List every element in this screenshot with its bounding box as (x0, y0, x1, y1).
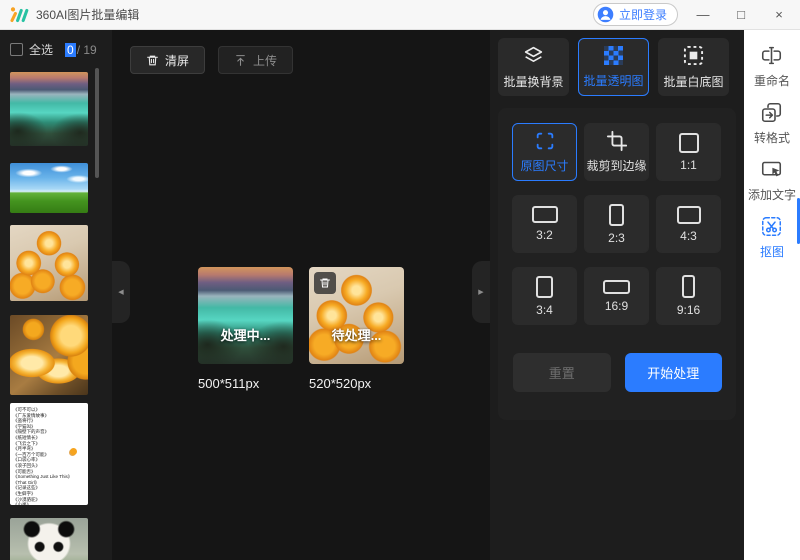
size-options-panel: 原图尺寸 裁剪到边缘 1:1 3:2 2:3 4:3 3:4 16:9 9:16… (498, 108, 736, 420)
wide-ratio-icon (603, 279, 630, 294)
mode-tabs: 批量换背景 批量透明图 批量白底图 (498, 38, 729, 96)
clear-screen-button[interactable]: 清屏 (130, 46, 206, 74)
app-window: 360AI图片批量编辑 立即登录 — □ × 全选 0 / 19 《可不可以》 … (0, 0, 800, 560)
ratio-9-16[interactable]: 9:16 (656, 267, 721, 325)
tab-transparent-image[interactable]: 批量透明图 (578, 38, 649, 96)
tab-label: 批量透明图 (583, 73, 644, 88)
ratio-3-2[interactable]: 3:2 (512, 195, 577, 253)
ratio-2-3[interactable]: 2:3 (584, 195, 649, 253)
trash-icon (146, 54, 159, 67)
ratio-16-9[interactable]: 16:9 (584, 267, 649, 325)
image-dimensions: 500*511px (198, 376, 260, 391)
tool-cutout[interactable]: 抠图 (760, 216, 784, 260)
tool-convert-format[interactable]: 转格式 (754, 102, 790, 146)
maximize-button[interactable]: □ (728, 4, 754, 26)
image-card: 处理中... 500*511px (198, 267, 293, 391)
crop-icon (606, 130, 628, 152)
add-text-icon (761, 159, 782, 180)
tool-rename[interactable]: 重命名 (754, 45, 790, 89)
tab-label: 批量换背景 (503, 74, 564, 89)
convert-format-icon (761, 102, 782, 123)
ratio-grid: 原图尺寸 裁剪到边缘 1:1 3:2 2:3 4:3 3:4 16:9 9:16 (512, 123, 722, 325)
processing-cards: 处理中... 500*511px 待处理... 520*520px (112, 267, 490, 391)
tool-label: 添加文字 (747, 188, 796, 202)
square-ratio-icon (678, 132, 699, 153)
upload-button[interactable]: 上传 (218, 46, 294, 74)
ratio-3-4[interactable]: 3:4 (512, 267, 577, 325)
clear-screen-label: 清屏 (165, 53, 190, 68)
ratio-label: 1:1 (680, 157, 697, 172)
user-avatar-icon (597, 6, 614, 23)
thumbnail-waterfall[interactable] (10, 72, 88, 146)
ratio-label: 9:16 (676, 303, 701, 317)
reset-button[interactable]: 重置 (513, 353, 611, 392)
tab-white-background[interactable]: 批量白底图 (658, 38, 729, 96)
tool-label: 重命名 (753, 74, 790, 88)
tab-change-background[interactable]: 批量换背景 (498, 38, 569, 96)
image-card-preview[interactable]: 处理中... (198, 267, 293, 364)
ratio-label: 原图尺寸 (520, 159, 569, 173)
image-list-panel: 全选 0/ 19 《可不可以》 《广东爱情故事》 《盗将行》 《学猫叫》 《隔壁下的声音… (0, 30, 112, 560)
select-all-label: 全选 (29, 43, 54, 57)
ratio-crop-to-edge[interactable]: 裁剪到边缘 (584, 123, 649, 181)
image-dimensions: 520*520px (309, 376, 372, 391)
ratio-label: 3:4 (536, 302, 553, 317)
tool-label: 抠图 (759, 245, 784, 259)
image-card-preview[interactable]: 待处理... (309, 267, 404, 364)
image-card: 待处理... 520*520px (309, 267, 404, 391)
tools-sidebar: 重命名 转格式 添加文字 抠图 (744, 30, 800, 560)
login-label: 立即登录 (618, 8, 667, 22)
rename-icon (761, 45, 782, 66)
ratio-label: 16:9 (604, 298, 629, 313)
portrait-ratio-icon (536, 275, 553, 298)
delete-image-button[interactable] (314, 272, 336, 294)
login-button[interactable]: 立即登录 (592, 3, 678, 26)
thumbnail-list: 《可不可以》 《广东爱情故事》 《盗将行》 《学猫叫》 《隔壁下的声音》 《纸短情长》 《飞… (10, 72, 88, 560)
corner-brackets-icon (534, 130, 556, 152)
thumbnail-oranges-basket[interactable] (10, 225, 88, 301)
tool-add-text[interactable]: 添加文字 (748, 159, 796, 203)
thumbnail-orange-slices[interactable] (10, 315, 88, 395)
total-count: / 19 (76, 42, 97, 57)
workspace-canvas: 清屏 上传 ◀ ▶ 处理中... 500*511px 待处理... 520*52… (112, 30, 490, 560)
ratio-original-size[interactable]: 原图尺寸 (512, 123, 577, 181)
ratio-label: 裁剪到边缘 (586, 159, 647, 173)
song-list-text: 《可不可以》 《广东爱情故事》 《盗将行》 《学猫叫》 《隔壁下的声音》 《纸短情长》 《飞… (13, 407, 73, 505)
portrait-ratio-icon (609, 203, 624, 226)
ratio-1-1[interactable]: 1:1 (656, 123, 721, 181)
thumbnail-scrollbar[interactable] (95, 68, 99, 178)
upload-label: 上传 (253, 53, 278, 68)
selected-count: 0 (65, 42, 76, 57)
options-panel: 批量换背景 批量透明图 批量白底图 原图尺寸 裁剪到边缘 1:1 3:2 2:3… (490, 30, 744, 560)
dashed-square-icon (683, 45, 704, 66)
scissors-cutout-icon (761, 216, 782, 237)
landscape-ratio-icon (531, 206, 558, 223)
tool-label: 转格式 (753, 131, 790, 145)
landscape-ratio-icon (676, 205, 701, 224)
transparency-checker-icon (604, 45, 623, 65)
tab-label: 批量白底图 (663, 74, 724, 89)
app-title: 360AI图片批量编辑 (36, 8, 140, 22)
thumbnail-panda[interactable] (10, 518, 88, 560)
processing-status: 处理中... (220, 328, 271, 344)
thumbnail-green-field[interactable] (10, 163, 88, 213)
select-all-checkbox[interactable] (10, 43, 23, 56)
ratio-label: 3:2 (536, 228, 553, 242)
thumbnail-song-list[interactable]: 《可不可以》 《广东爱情故事》 《盗将行》 《学猫叫》 《隔壁下的声音》 《纸短情长》 《飞… (10, 403, 88, 505)
app-logo-icon (10, 6, 30, 23)
layers-icon (523, 45, 544, 66)
close-button[interactable]: × (766, 4, 792, 26)
selection-count: 0/ 19 (65, 42, 97, 57)
ratio-label: 2:3 (608, 230, 625, 245)
orange-emoji-icon (70, 447, 77, 455)
ratio-4-3[interactable]: 4:3 (656, 195, 721, 253)
start-processing-button[interactable]: 开始处理 (624, 353, 722, 392)
title-bar: 360AI图片批量编辑 立即登录 — □ × (0, 0, 800, 30)
upload-icon (234, 54, 247, 67)
ratio-label: 4:3 (680, 228, 697, 243)
tall-ratio-icon (682, 275, 695, 298)
processing-status: 待处理... (331, 328, 382, 344)
minimize-button[interactable]: — (690, 4, 716, 26)
